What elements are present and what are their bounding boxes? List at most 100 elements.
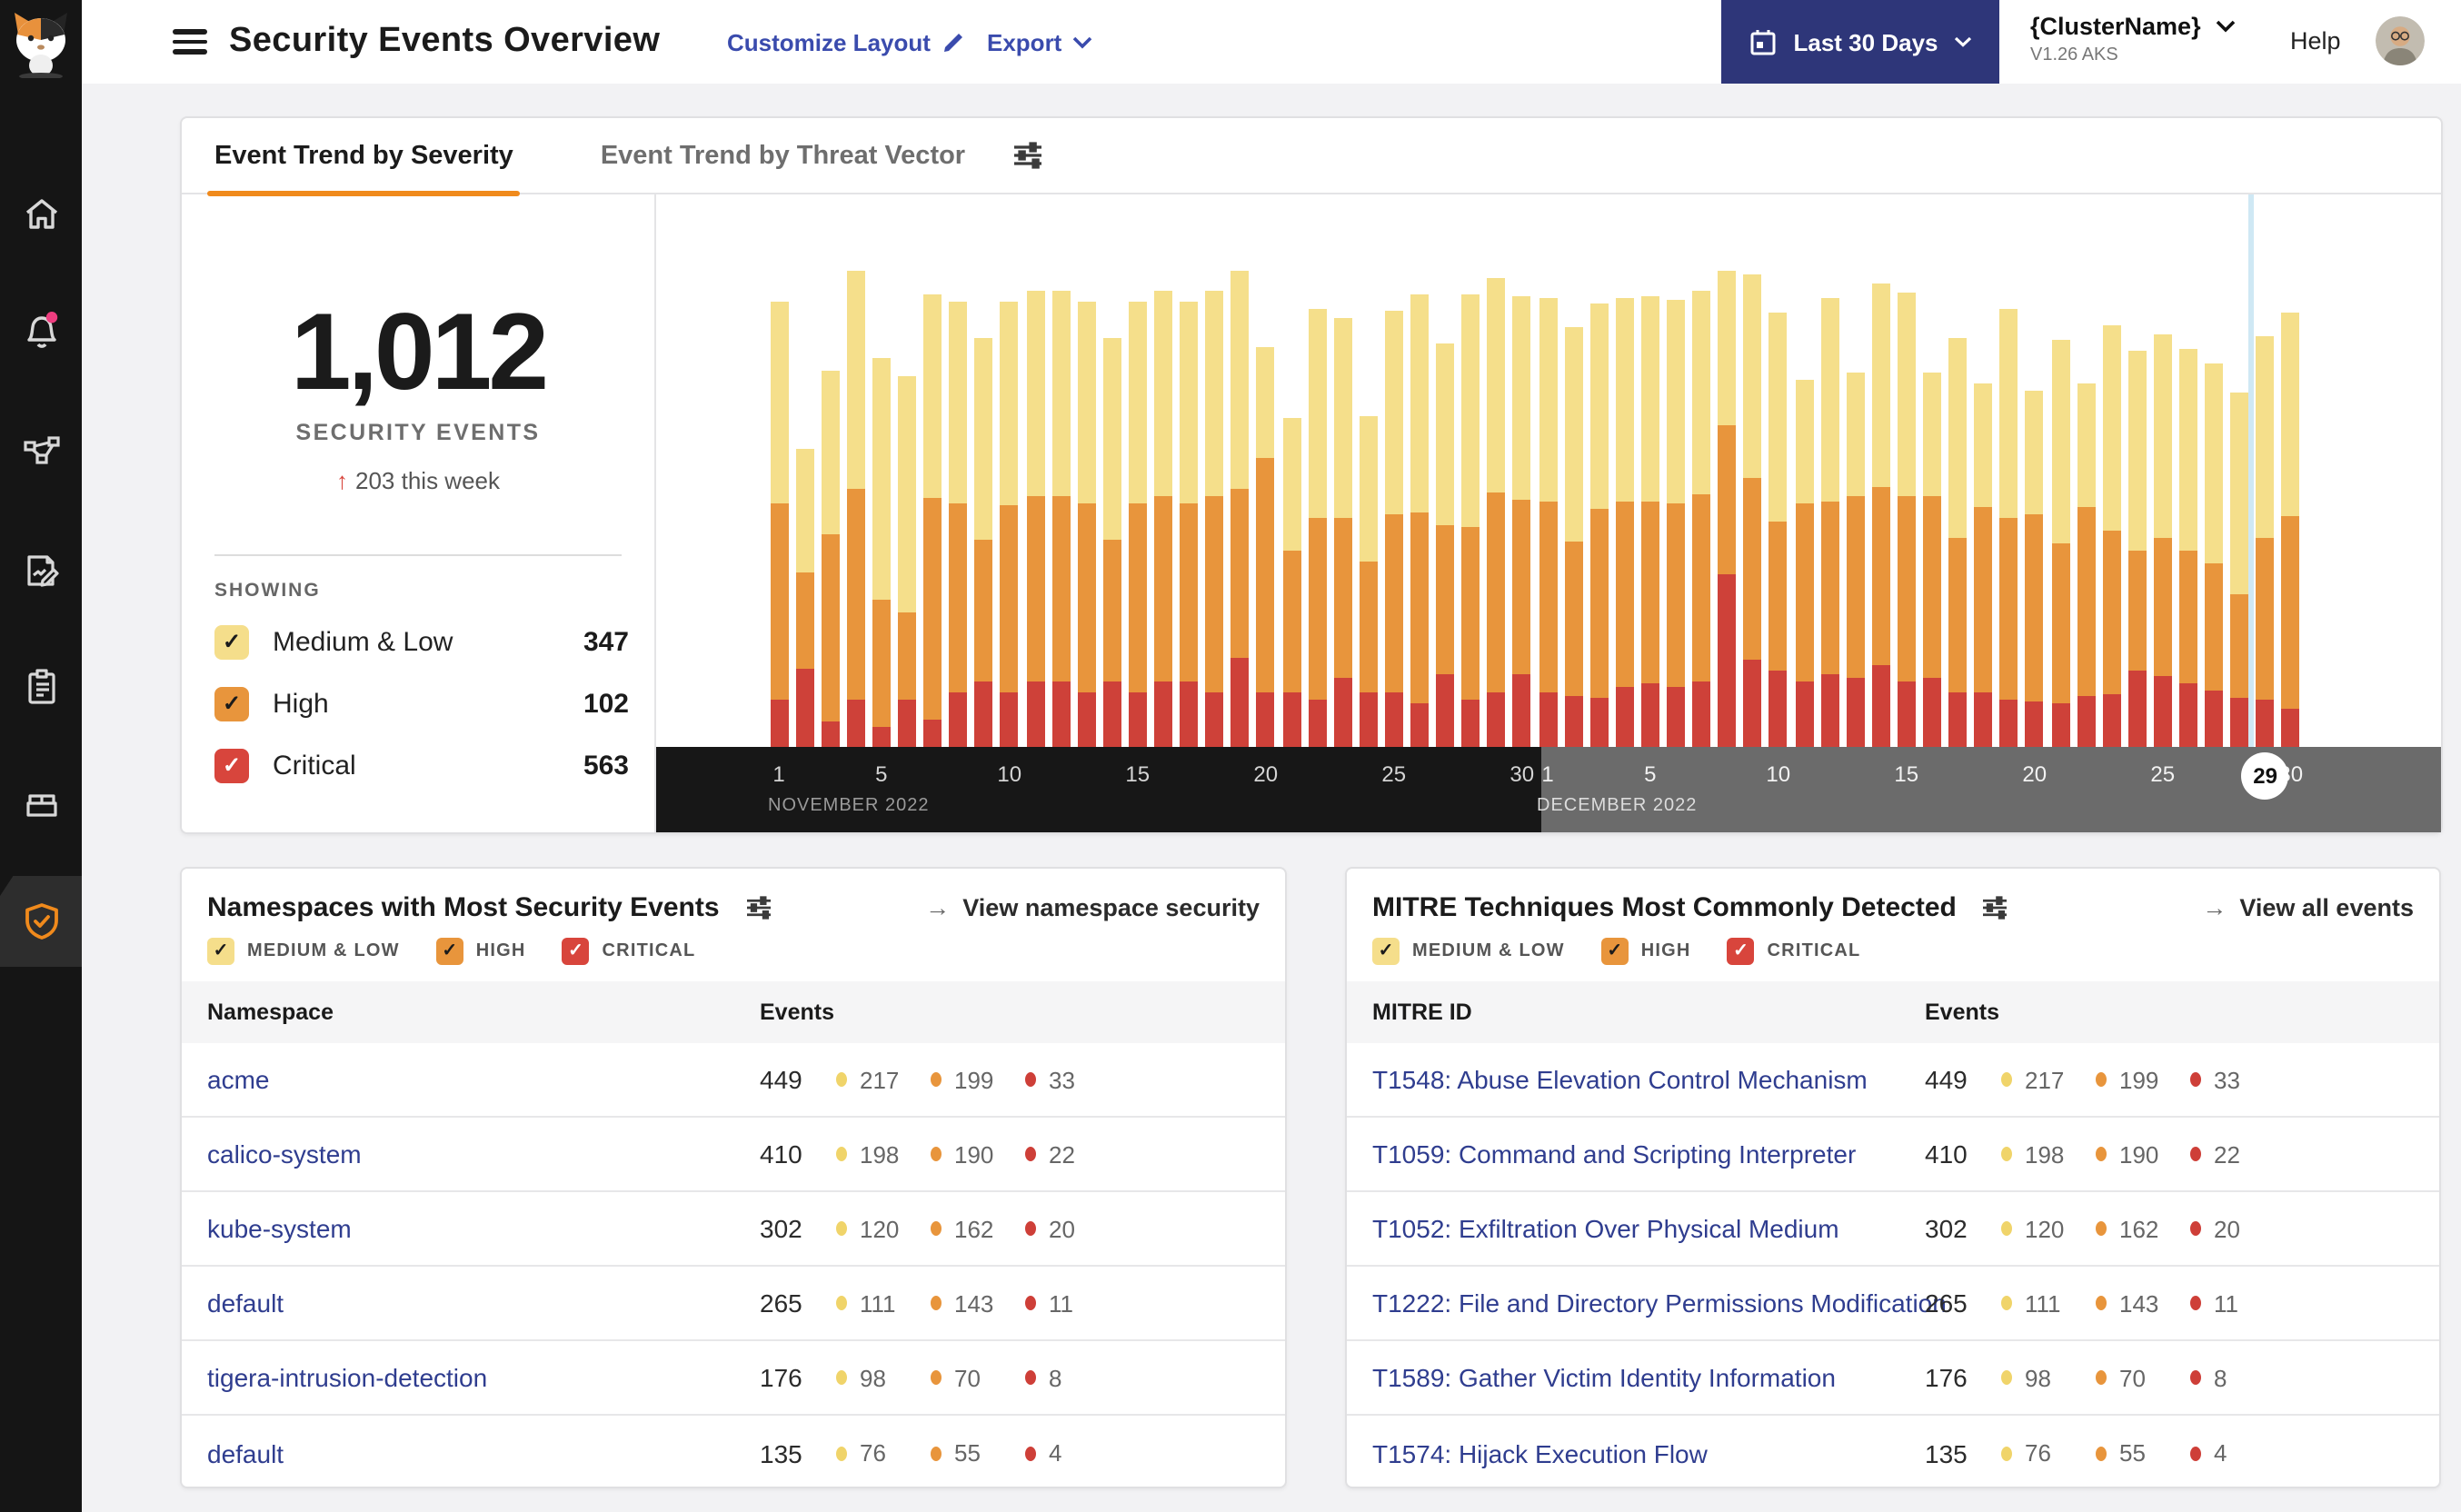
view-all-events-link[interactable]: → View all events xyxy=(2202,893,2414,920)
row-link[interactable]: kube-system xyxy=(207,1214,352,1243)
sidebar-item-alerts[interactable] xyxy=(0,291,82,371)
row-link[interactable]: T1574: Hijack Execution Flow xyxy=(1372,1438,1708,1467)
row-link[interactable]: default xyxy=(207,1288,284,1318)
checkbox-critical[interactable]: ✓ xyxy=(1727,937,1755,964)
bar-day-58[interactable] xyxy=(2230,393,2249,747)
bar-day-56[interactable] xyxy=(2179,349,2197,747)
tune-filter-icon[interactable] xyxy=(745,895,772,919)
bar-day-28[interactable] xyxy=(1461,294,1480,747)
bar-day-3[interactable] xyxy=(821,371,840,747)
bar-day-57[interactable] xyxy=(2205,363,2224,747)
bar-day-16[interactable] xyxy=(1154,291,1172,747)
bar-day-19[interactable] xyxy=(1230,271,1250,747)
user-avatar[interactable] xyxy=(2376,16,2425,65)
bar-day-18[interactable] xyxy=(1205,291,1224,747)
bar-day-52[interactable] xyxy=(2077,383,2096,747)
bar-day-1[interactable] xyxy=(770,302,788,747)
date-range-button[interactable]: Last 30 Days xyxy=(1721,0,1999,84)
bar-day-50[interactable] xyxy=(2025,391,2044,747)
bar-day-39[interactable] xyxy=(1743,274,1762,747)
bar-day-53[interactable] xyxy=(2102,325,2121,747)
row-link[interactable]: default xyxy=(207,1438,284,1467)
bar-day-42[interactable] xyxy=(1820,298,1839,747)
bar-day-26[interactable] xyxy=(1410,294,1429,747)
row-link[interactable]: T1222: File and Directory Permissions Mo… xyxy=(1372,1288,1947,1318)
bar-day-10[interactable] xyxy=(1000,302,1019,747)
bar-day-9[interactable] xyxy=(974,338,993,747)
bar-day-22[interactable] xyxy=(1308,309,1327,747)
sidebar-item-policies[interactable] xyxy=(0,531,82,611)
bar-day-54[interactable] xyxy=(2127,351,2147,747)
bar-day-46[interactable] xyxy=(1923,373,1941,747)
row-link[interactable]: T1548: Abuse Elevation Control Mechanism xyxy=(1372,1065,1868,1094)
sidebar-item-threat-defense[interactable] xyxy=(0,881,82,961)
bar-day-31[interactable] xyxy=(1539,298,1557,747)
bar-day-11[interactable] xyxy=(1026,291,1044,747)
row-link[interactable]: T1589: Gather Victim Identity Informatio… xyxy=(1372,1363,1836,1392)
row-link[interactable]: T1059: Command and Scripting Interpreter xyxy=(1372,1139,1856,1169)
checkbox-high[interactable]: ✓ xyxy=(214,686,249,721)
help-link[interactable]: Help xyxy=(2290,27,2341,55)
bar-day-20[interactable] xyxy=(1256,347,1275,747)
bar-day-34[interactable] xyxy=(1615,298,1634,747)
cluster-selector[interactable]: {ClusterName} V1.26 AKS xyxy=(2030,13,2236,65)
bar-day-24[interactable] xyxy=(1359,416,1378,747)
bar-day-2[interactable] xyxy=(795,449,814,747)
tune-filter-icon[interactable] xyxy=(1982,895,2009,919)
bar-day-13[interactable] xyxy=(1077,302,1096,747)
bar-day-40[interactable] xyxy=(1769,313,1788,747)
bar-day-23[interactable] xyxy=(1333,318,1352,747)
bar-day-38[interactable] xyxy=(1718,271,1737,747)
row-link[interactable]: calico-system xyxy=(207,1139,362,1169)
bar-day-44[interactable] xyxy=(1871,284,1890,747)
bar-day-51[interactable] xyxy=(2051,340,2069,747)
row-link[interactable]: tigera-intrusion-detection xyxy=(207,1363,487,1392)
bar-day-30[interactable] xyxy=(1512,296,1531,747)
bar-day-59[interactable] xyxy=(2256,336,2275,747)
tab-event-trend-by-threat-vector[interactable]: Event Trend by Threat Vector xyxy=(597,117,969,194)
row-link[interactable]: acme xyxy=(207,1065,269,1094)
checkbox-critical[interactable]: ✓ xyxy=(214,748,249,782)
row-link[interactable]: T1052: Exfiltration Over Physical Medium xyxy=(1372,1214,1839,1243)
checkbox-medium-low[interactable]: ✓ xyxy=(1372,937,1400,964)
bar-day-36[interactable] xyxy=(1667,300,1685,747)
bar-day-43[interactable] xyxy=(1846,373,1865,747)
checkbox-high[interactable]: ✓ xyxy=(435,937,463,964)
bar-day-15[interactable] xyxy=(1128,302,1147,747)
bar-day-47[interactable] xyxy=(1948,338,1968,747)
bar-day-21[interactable] xyxy=(1282,418,1300,747)
bar-day-17[interactable] xyxy=(1180,302,1199,747)
bar-day-55[interactable] xyxy=(2153,334,2172,747)
bar-day-37[interactable] xyxy=(1692,291,1711,747)
bar-day-4[interactable] xyxy=(846,271,865,747)
bar-day-6[interactable] xyxy=(898,376,916,747)
bar-day-14[interactable] xyxy=(1102,338,1121,747)
tab-event-trend-by-severity[interactable]: Event Trend by Severity xyxy=(206,117,522,195)
menu-toggle-button[interactable] xyxy=(173,29,207,55)
sidebar-item-compliance[interactable] xyxy=(0,647,82,727)
checkbox-medium-low[interactable]: ✓ xyxy=(214,624,249,659)
view-namespace-security-link[interactable]: → View namespace security xyxy=(925,893,1260,920)
sidebar-item-workloads[interactable] xyxy=(0,763,82,843)
calico-cat-logo[interactable] xyxy=(7,9,75,78)
checkbox-medium-low[interactable]: ✓ xyxy=(207,937,234,964)
bar-day-35[interactable] xyxy=(1640,296,1659,747)
bar-day-45[interactable] xyxy=(1897,293,1916,747)
bar-day-32[interactable] xyxy=(1564,327,1583,747)
tune-filter-icon[interactable] xyxy=(1012,142,1043,169)
checkbox-critical[interactable]: ✓ xyxy=(562,937,590,964)
export-button[interactable]: Export xyxy=(987,29,1092,56)
bar-day-33[interactable] xyxy=(1589,303,1609,747)
bar-day-8[interactable] xyxy=(949,302,968,747)
customize-layout-button[interactable]: Customize Layout xyxy=(727,29,965,56)
bar-day-12[interactable] xyxy=(1051,291,1071,747)
bar-day-49[interactable] xyxy=(1999,309,2018,747)
bar-day-29[interactable] xyxy=(1487,278,1506,747)
sidebar-item-home[interactable] xyxy=(0,174,82,254)
bar-day-60[interactable] xyxy=(2281,313,2300,747)
bar-day-25[interactable] xyxy=(1384,311,1403,747)
bar-day-27[interactable] xyxy=(1436,343,1455,747)
bar-day-41[interactable] xyxy=(1795,380,1813,747)
bar-day-48[interactable] xyxy=(1974,383,1993,747)
bar-day-5[interactable] xyxy=(872,358,891,747)
